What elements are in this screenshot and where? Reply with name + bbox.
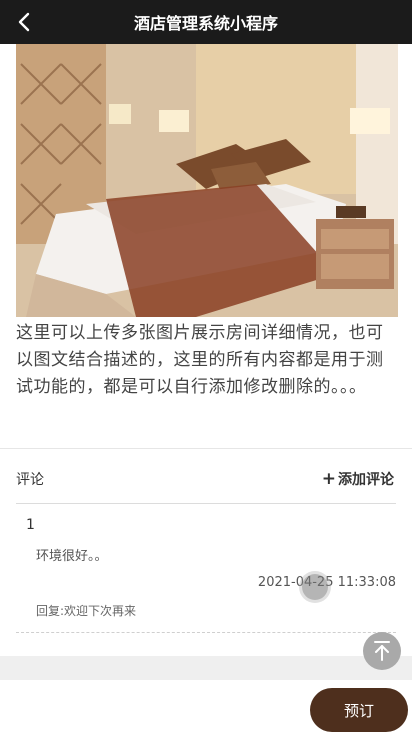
room-description: 这里可以上传多张图片展示房间详细情况，也可以图文结合描述的，这里的所有内容都是用… <box>16 323 384 397</box>
bottom-spacer <box>0 656 412 680</box>
room-photo <box>16 44 398 317</box>
touch-indicator <box>302 574 328 600</box>
page-title: 酒店管理系统小程序 <box>133 14 278 33</box>
book-button[interactable]: 预订 <box>310 688 408 732</box>
plus-icon: + <box>321 468 336 489</box>
comments-title: 评论 <box>16 472 44 488</box>
arrow-up-to-top-icon <box>374 641 390 661</box>
comment-item: 1 环境很好。。 2021-04-25 11:33:08 回复:欢迎下次再来 <box>16 505 396 633</box>
chevron-left-icon <box>18 12 30 32</box>
comment-user: 1 <box>26 517 35 533</box>
comments-header: 评论 + 添加评论 <box>16 464 394 494</box>
scroll-to-top-button[interactable] <box>363 632 401 670</box>
add-comment-button[interactable]: + 添加评论 <box>322 469 394 489</box>
navbar: 酒店管理系统小程序 <box>0 0 412 44</box>
add-comment-label: 添加评论 <box>338 472 394 488</box>
back-button[interactable] <box>8 6 40 38</box>
comments-divider <box>16 503 396 504</box>
comment-content: 环境很好。。 <box>36 549 108 564</box>
section-divider <box>0 448 412 449</box>
comment-reply: 回复:欢迎下次再来 <box>36 604 137 618</box>
